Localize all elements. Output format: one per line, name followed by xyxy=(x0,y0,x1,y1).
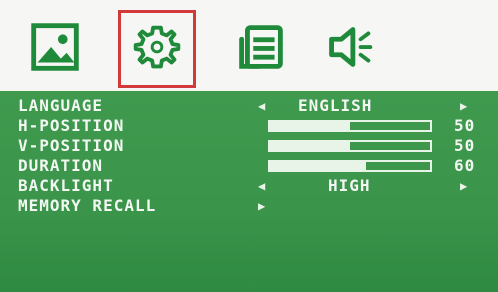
menu-row-language[interactable]: LANGUAGE ◀ ENGLISH ▶ xyxy=(0,97,498,115)
menu-row-h-position[interactable]: H-POSITION 50 xyxy=(0,117,498,135)
memory-recall-label: MEMORY RECALL xyxy=(18,196,157,215)
right-arrow-icon[interactable]: ▶ xyxy=(258,197,266,215)
menu-row-v-position[interactable]: V-POSITION 50 xyxy=(0,137,498,155)
h-position-fill xyxy=(270,122,350,130)
h-position-value: 50 xyxy=(454,116,476,135)
tab-info[interactable] xyxy=(222,10,300,88)
tab-bar xyxy=(0,0,498,91)
left-arrow-icon[interactable]: ◀ xyxy=(258,97,266,115)
v-position-fill xyxy=(270,142,350,150)
menu-row-duration[interactable]: DURATION 60 xyxy=(0,157,498,175)
document-icon xyxy=(230,16,292,82)
v-position-label: V-POSITION xyxy=(18,136,125,155)
tab-audio[interactable] xyxy=(310,10,388,88)
duration-value: 60 xyxy=(454,156,476,175)
backlight-value: HIGH xyxy=(328,176,371,195)
speaker-icon xyxy=(318,16,380,82)
language-label: LANGUAGE xyxy=(18,96,104,115)
language-value: ENGLISH xyxy=(298,96,373,115)
v-position-value: 50 xyxy=(454,136,476,155)
menu-row-backlight[interactable]: BACKLIGHT ◀ HIGH ▶ xyxy=(0,177,498,195)
tab-picture[interactable] xyxy=(16,10,94,88)
tab-settings[interactable] xyxy=(118,10,196,88)
gear-icon xyxy=(126,16,188,82)
duration-slider[interactable] xyxy=(268,160,432,172)
right-arrow-icon[interactable]: ▶ xyxy=(460,177,468,195)
backlight-label: BACKLIGHT xyxy=(18,176,114,195)
duration-label: DURATION xyxy=(18,156,104,175)
right-arrow-icon[interactable]: ▶ xyxy=(460,97,468,115)
duration-fill xyxy=(270,162,366,170)
v-position-slider[interactable] xyxy=(268,140,432,152)
osd-menu: LANGUAGE ◀ ENGLISH ▶ H-POSITION 50 V-POS… xyxy=(0,91,498,292)
osd-screen: LANGUAGE ◀ ENGLISH ▶ H-POSITION 50 V-POS… xyxy=(0,0,498,292)
image-icon xyxy=(24,16,86,82)
left-arrow-icon[interactable]: ◀ xyxy=(258,177,266,195)
menu-row-memory-recall[interactable]: MEMORY RECALL ▶ xyxy=(0,197,498,215)
h-position-label: H-POSITION xyxy=(18,116,125,135)
h-position-slider[interactable] xyxy=(268,120,432,132)
